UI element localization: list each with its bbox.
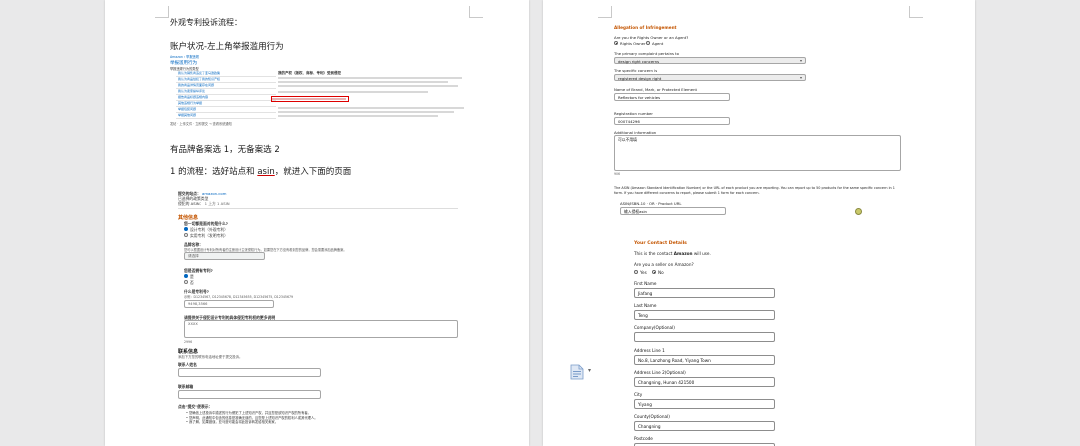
- shot1-row[interactable]: 举报其他问题: [176, 113, 276, 119]
- char-count: 906: [614, 172, 621, 176]
- last-name-label: Last Name: [634, 303, 657, 308]
- address1-input[interactable]: No.8, Lanzhong Road, Yiyang Town: [634, 355, 775, 365]
- complaint-label: The primary complaint pertains to: [614, 51, 679, 56]
- brand-name-input[interactable]: Reflectors for vehicles: [614, 93, 730, 101]
- document-icon[interactable]: [570, 364, 584, 380]
- chevron-down-icon[interactable]: ▾: [588, 367, 591, 374]
- shot1-right-title: 我的产权（版权、商标、专利）受到侵犯: [278, 71, 341, 75]
- policy-row: 侵犯的 ASIN： 1 上方 1 ASIN: [178, 201, 230, 206]
- radio-no[interactable]: [184, 279, 188, 284]
- first-name-label: First Name: [634, 281, 657, 286]
- crop-mark: [909, 6, 923, 18]
- no-label: 否: [190, 279, 194, 285]
- shot1-breadcrumb: Amazon › 举报违规: [170, 55, 199, 59]
- shot1-row[interactable]: 举报包装问题: [176, 107, 276, 113]
- county-label: County(Optional): [634, 414, 670, 419]
- question-own-patent: 您是否拥有专利?: [184, 268, 213, 273]
- shot1-footer: 发帖 · 上传文件 · 立即提交 → 查看系统通知: [170, 122, 232, 126]
- patent-number-hint: 示例：D1234567, D12345678, D12345655, D1234…: [184, 295, 294, 299]
- address1-label: Address Line 1: [634, 348, 665, 353]
- patent-form-screenshot: 提交的站点： amazon.com 已选择的政策类型 侵犯的 ASIN： 1 上…: [170, 188, 470, 446]
- shot1-row[interactable]: 我认为销售商违反了亚马逊政策: [176, 71, 276, 77]
- heading-patent-process: 外观专利投诉流程：: [170, 18, 242, 27]
- shot1-row[interactable]: 我认为商品侵犯了我的知识产权: [176, 77, 276, 83]
- agent-label: Agent: [652, 40, 664, 46]
- company-label: Company(Optional): [634, 325, 675, 330]
- contact-details-title: Your Contact Details: [634, 241, 687, 246]
- asin-description: The ASIN (Amazon Standard Identification…: [614, 186, 895, 195]
- county-input[interactable]: Changning: [634, 421, 775, 431]
- crop-mark: [598, 6, 612, 18]
- shot1-row[interactable]: 其他违规行为举报: [176, 101, 276, 107]
- complaint-select[interactable]: design right concerns: [614, 57, 806, 64]
- radio-agent[interactable]: [646, 41, 650, 45]
- additional-info-textarea[interactable]: 可以不用填: [614, 135, 901, 171]
- concern-select[interactable]: registered design right: [614, 74, 806, 81]
- allegation-title: Allegation of Infringement: [614, 25, 677, 30]
- add-asin-icon[interactable]: [855, 208, 862, 215]
- registration-label: Registration number: [614, 111, 653, 116]
- step-brand-registry: 有品牌备案选 1，无备案选 2: [170, 145, 280, 155]
- radio-rights-owner[interactable]: [614, 41, 618, 45]
- radio-seller-no[interactable]: [652, 270, 656, 274]
- step-choose-site: 1 的流程：选好站点和 asin，就进入下面的页面: [170, 167, 352, 177]
- contact-note: This is the contact Amazon will use.: [634, 251, 711, 256]
- contact-email-input[interactable]: [178, 390, 321, 399]
- crop-mark: [469, 6, 483, 18]
- role-question: Are you the Rights Owner or an Agent?: [614, 35, 689, 40]
- seller-question: Are you a seller on Amazon?: [634, 262, 694, 267]
- radio-seller-yes[interactable]: [634, 270, 638, 274]
- report-abuse-screenshot: Amazon › 举报违规 举报滥用行为 举报违规行为的类型 我认为销售商违反了…: [170, 54, 466, 126]
- utility-patent-label: 实用专利（发明专利）: [190, 232, 228, 238]
- registration-input[interactable]: 000744296: [614, 117, 730, 125]
- crop-mark: [155, 6, 169, 18]
- document-page-left: 外观专利投诉流程： 账户状况-左上角举报滥用行为 Amazon › 举报违规 举…: [105, 0, 529, 446]
- address2-input[interactable]: Changning, Hunan 421500: [634, 377, 775, 387]
- city-input[interactable]: Yiyang: [634, 399, 775, 409]
- concern-label: The specific concern is: [614, 68, 658, 73]
- shot1-row[interactable]: 报告商品标题违规内容: [176, 95, 276, 101]
- asin-label: ASIN/ISBN-10 · OR · Product URL: [620, 201, 682, 206]
- radio-utility-patent[interactable]: [184, 232, 188, 237]
- shot1-row[interactable]: 我认为卖家操纵评论: [176, 89, 276, 95]
- radio-yes[interactable]: [184, 273, 188, 278]
- contact-info-hint: 添加下方您的联系电话地址便于提交投诉。: [178, 355, 243, 359]
- rights-owner-label: Rights Owner: [620, 40, 646, 46]
- company-input[interactable]: [634, 332, 775, 342]
- char-count: 2996: [184, 340, 193, 344]
- address2-label: Address Line 2(Optional): [634, 370, 686, 375]
- detail-textarea[interactable]: XXXX: [184, 320, 458, 338]
- postcode-label: Postcode: [634, 436, 653, 441]
- brand-name-label: Name of Brand, Mark, or Protected Elemen…: [614, 87, 697, 92]
- contact-name-input[interactable]: [178, 368, 321, 377]
- last-name-input[interactable]: Teng: [634, 310, 775, 320]
- document-page-right: Allegation of Infringement Are you the R…: [543, 0, 975, 446]
- asin-input[interactable]: 输入侵权asin: [620, 207, 726, 215]
- submit-note: • 我了解，如果错误，亚马逊可能会将此投诉转发给相关卖家。: [186, 420, 279, 424]
- patent-number-input[interactable]: 9498,3566: [184, 300, 274, 308]
- seller-no-label: No: [658, 269, 664, 275]
- other-info-title: 其他信息: [178, 215, 199, 221]
- radio-design-patent[interactable]: [184, 226, 188, 231]
- brand-select[interactable]: 请选择: [184, 252, 265, 260]
- seller-yes-label: Yes: [640, 269, 647, 275]
- shot1-row[interactable]: 我的商品详情页面存在问题: [176, 83, 276, 89]
- city-label: City: [634, 392, 643, 397]
- first-name-input[interactable]: Jiafang: [634, 288, 775, 298]
- step-report-abuse: 账户状况-左上角举报滥用行为: [170, 42, 284, 52]
